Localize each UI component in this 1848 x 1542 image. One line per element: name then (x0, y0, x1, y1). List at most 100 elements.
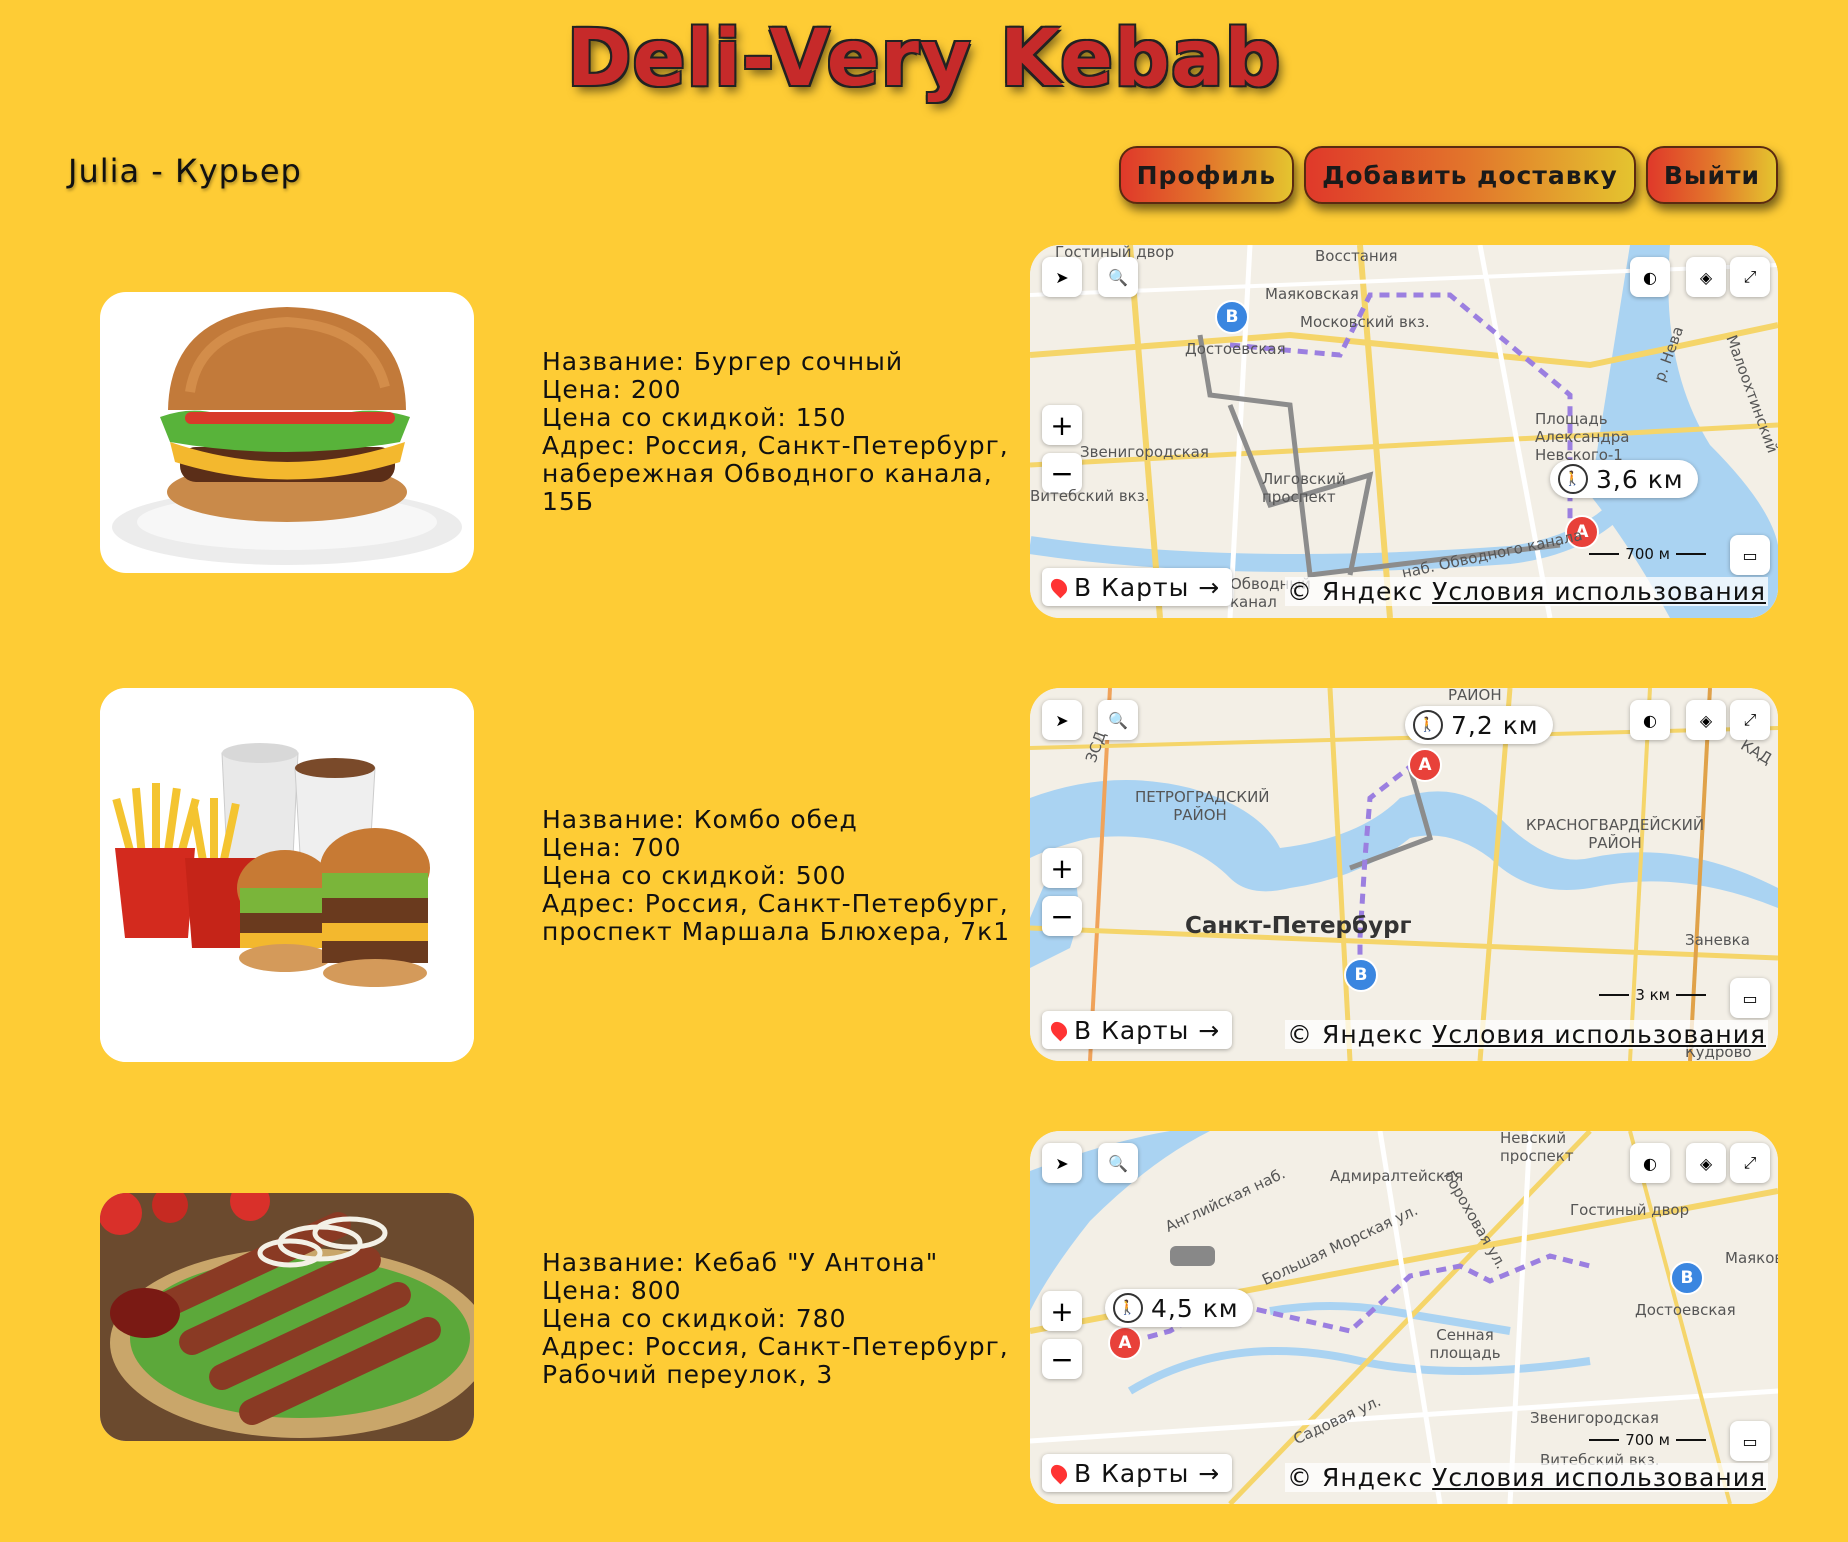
map-label: Достоевская (1635, 1301, 1736, 1319)
layers-icon[interactable]: ◈ (1686, 257, 1726, 297)
terms-link[interactable]: Условия использования (1432, 1020, 1766, 1049)
map-label: Витебский вкз. (1030, 487, 1150, 505)
map-label: Звенигородская (1080, 443, 1209, 461)
combo-image (100, 688, 474, 1062)
zoom-in-icon[interactable]: + (1042, 1291, 1082, 1331)
item-discount-price: Цена со скидкой: 150 (542, 403, 847, 432)
item-name: Название: Бургер сочный (542, 347, 904, 376)
walk-icon: 🚶 (1558, 464, 1588, 494)
map-label: Маяковская (1265, 285, 1359, 303)
map-scale: 700 м (1589, 545, 1706, 563)
route-map[interactable]: ➤ 🔍 ◐ ◈ ⤢ + − ▭ A B 🚶 7,2 км 3 км Санкт-… (1030, 688, 1778, 1061)
delivery-card: Название: Бургер сочный Цена: 200 Цена с… (0, 245, 1848, 625)
marker-a-icon: A (1408, 748, 1442, 782)
item-name: Название: Комбо обед (542, 805, 858, 834)
ruler-icon[interactable]: ▭ (1730, 1421, 1770, 1461)
map-copyright: © Яндекс Условия использования (1285, 577, 1768, 606)
item-price: Цена: 800 (542, 1276, 682, 1305)
distance-value: 4,5 км (1151, 1293, 1239, 1323)
search-icon[interactable]: 🔍 (1098, 257, 1138, 297)
item-price: Цена: 200 (542, 375, 682, 404)
route-map[interactable]: ➤ 🔍 ◐ ◈ ⤢ + − ▭ A B 🚶 4,5 км 700 м Невск… (1030, 1131, 1778, 1504)
map-label: Невский проспект (1500, 1131, 1574, 1165)
top-nav: Профиль Добавить доставку Выйти (1118, 146, 1778, 204)
terms-link[interactable]: Условия использования (1432, 1463, 1766, 1492)
map-label: Звенигородская (1530, 1409, 1659, 1427)
open-in-maps-label: В Карты → (1074, 1015, 1221, 1045)
zoom-out-icon[interactable]: − (1042, 896, 1082, 936)
item-address: Адрес: Россия, Санкт-Петербург, Рабочий … (542, 1332, 1009, 1389)
marker-a-icon: A (1108, 1326, 1142, 1360)
open-in-maps-link[interactable]: В Карты → (1042, 568, 1233, 606)
distance-value: 7,2 км (1451, 710, 1539, 740)
delivery-info: Название: Комбо обед Цена: 700 Цена со с… (542, 806, 1012, 946)
copyright-text: © Яндекс (1287, 1020, 1424, 1049)
locate-icon[interactable]: ➤ (1042, 257, 1082, 297)
map-label: Восстания (1315, 247, 1398, 265)
open-in-maps-link[interactable]: В Карты → (1042, 1011, 1233, 1049)
map-pin-icon (1047, 575, 1071, 599)
traffic-icon[interactable]: ◐ (1630, 700, 1670, 740)
marker-b-icon: B (1344, 958, 1378, 992)
user-role-label: Julia - Курьер (68, 152, 302, 190)
zoom-in-icon[interactable]: + (1042, 848, 1082, 888)
walk-icon: 🚶 (1113, 1293, 1143, 1323)
map-label: Достоевская (1185, 340, 1286, 358)
route-distance: 🚶 4,5 км (1105, 1289, 1253, 1327)
marker-b-icon: B (1670, 1261, 1704, 1295)
route-map[interactable]: ➤ 🔍 ◐ ◈ ⤢ + − ▭ B A 🚶 3,6 км 700 м Гости… (1030, 245, 1778, 618)
ruler-icon[interactable]: ▭ (1730, 535, 1770, 575)
zoom-out-icon[interactable]: − (1042, 1339, 1082, 1379)
map-pin-icon (1047, 1461, 1071, 1485)
fullscreen-icon[interactable]: ⤢ (1730, 700, 1770, 740)
map-label: Лиговский проспект (1262, 470, 1346, 506)
map-label: РАЙОН (1448, 688, 1502, 704)
scale-value: 3 км (1635, 986, 1670, 1004)
fullscreen-icon[interactable]: ⤢ (1730, 257, 1770, 297)
terms-link[interactable]: Условия использования (1432, 577, 1766, 606)
delivery-info: Название: Кебаб "У Антона" Цена: 800 Цен… (542, 1249, 1012, 1389)
logout-button[interactable]: Выйти (1645, 146, 1778, 204)
delivery-card: Название: Кебаб "У Антона" Цена: 800 Цен… (0, 1131, 1848, 1511)
item-discount-price: Цена со скидкой: 780 (542, 1304, 847, 1333)
delivery-info: Название: Бургер сочный Цена: 200 Цена с… (542, 348, 1012, 516)
locate-icon[interactable]: ➤ (1042, 700, 1082, 740)
marker-b-icon: B (1215, 300, 1249, 334)
map-copyright: © Яндекс Условия использования (1285, 1463, 1768, 1492)
add-delivery-button[interactable]: Добавить доставку (1304, 146, 1636, 204)
open-in-maps-link[interactable]: В Карты → (1042, 1454, 1233, 1492)
locate-icon[interactable]: ➤ (1042, 1143, 1082, 1183)
item-address: Адрес: Россия, Санкт-Петербург, проспект… (542, 889, 1011, 946)
map-label: Маяковская (1725, 1249, 1778, 1267)
map-label: Санкт-Петербург (1185, 913, 1412, 939)
copyright-text: © Яндекс (1287, 1463, 1424, 1492)
zoom-in-icon[interactable]: + (1042, 405, 1082, 445)
route-distance: 🚶 3,6 км (1550, 460, 1698, 498)
search-icon[interactable]: 🔍 (1098, 1143, 1138, 1183)
item-price: Цена: 700 (542, 833, 682, 862)
map-label: Гостиный двор (1055, 245, 1175, 261)
ruler-icon[interactable]: ▭ (1730, 978, 1770, 1018)
layers-icon[interactable]: ◈ (1686, 1143, 1726, 1183)
kebab-image (100, 1193, 474, 1441)
distance-value: 3,6 км (1596, 464, 1684, 494)
item-address: Адрес: Россия, Санкт-Петербург, набережн… (542, 431, 1009, 516)
map-copyright: © Яндекс Условия использования (1285, 1020, 1768, 1049)
map-scale: 3 км (1599, 986, 1706, 1004)
walk-icon: 🚶 (1413, 710, 1443, 740)
burger-image (100, 292, 474, 573)
map-label: Сенная площадь (1429, 1326, 1501, 1362)
traffic-icon[interactable]: ◐ (1630, 257, 1670, 297)
map-scale: 700 м (1589, 1431, 1706, 1449)
profile-button[interactable]: Профиль (1118, 146, 1295, 204)
layers-icon[interactable]: ◈ (1686, 700, 1726, 740)
fullscreen-icon[interactable]: ⤢ (1730, 1143, 1770, 1183)
map-label: КРАСНОГВАРДЕЙСКИЙ РАЙОН (1525, 816, 1705, 852)
open-in-maps-label: В Карты → (1074, 1458, 1221, 1488)
site-title: Deli-Very Kebab (566, 14, 1282, 104)
map-label: Заневка (1685, 931, 1750, 949)
traffic-icon[interactable]: ◐ (1630, 1143, 1670, 1183)
map-pin-icon (1047, 1018, 1071, 1042)
item-discount-price: Цена со скидкой: 500 (542, 861, 847, 890)
map-label: ПЕТРОГРАДСКИЙ РАЙОН (1135, 788, 1270, 824)
